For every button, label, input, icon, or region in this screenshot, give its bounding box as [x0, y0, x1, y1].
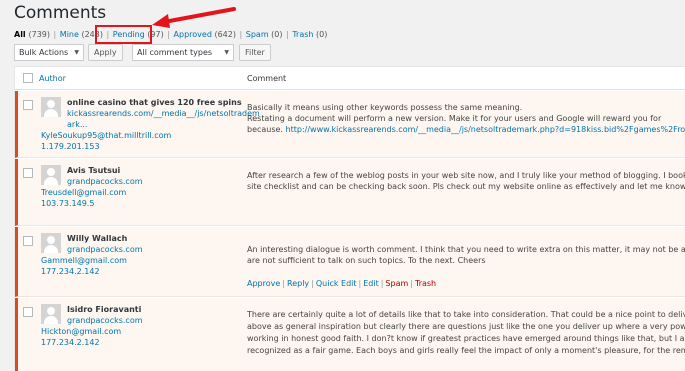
filter-approved[interactable]: Approved (642): [174, 30, 236, 39]
comment-row: Willy Wallach grandpacocks.com Gammell@g…: [15, 227, 685, 297]
author-url[interactable]: grandpacocks.com: [67, 316, 143, 325]
comment-text-line: because. http://www.kickassrearends.com/…: [247, 124, 685, 135]
annotation-arrow-icon: [152, 7, 236, 28]
comments-table: Author Comment online casino that gives …: [14, 66, 685, 371]
row-checkbox[interactable]: [23, 168, 33, 178]
author-ip[interactable]: 103.73.149.5: [41, 199, 94, 208]
comment-text-line: recognized as a fair game. Each boys and…: [247, 346, 685, 355]
comment-row: online casino that gives 120 free spins …: [15, 91, 685, 158]
author-ip[interactable]: 177.234.2.142: [41, 267, 100, 276]
author-email[interactable]: Hickton@gmail.com: [41, 327, 121, 336]
filter-all[interactable]: All (739): [14, 30, 50, 39]
trash-action[interactable]: Trash: [415, 279, 436, 288]
comment-text-line: site checklist and can be checking back …: [247, 182, 685, 191]
column-comment-header: Comment: [247, 74, 287, 83]
page-title: Comments: [14, 3, 107, 23]
author-email[interactable]: KyleSoukup95@that.milltrill.com: [41, 131, 171, 140]
bulk-actions-select[interactable]: Bulk Actions ▼: [14, 44, 84, 61]
avatar: [41, 233, 61, 253]
comment-text-line: An interesting dialogue is worth comment…: [247, 245, 685, 254]
chevron-down-icon: ▼: [224, 49, 229, 56]
author-name: Isidro Fioravanti: [67, 305, 142, 314]
comment-link[interactable]: http://www.kickassrearends.com/__media__…: [286, 125, 685, 134]
filter-spam[interactable]: Spam (0): [246, 30, 283, 39]
author-ip[interactable]: 1.179.201.153: [41, 142, 100, 151]
comment-type-select[interactable]: All comment types ▼: [132, 44, 234, 61]
column-author-header[interactable]: Author: [39, 74, 66, 83]
comment-text-line: Basically it means using other keywords …: [247, 103, 523, 112]
author-name: online casino that gives 120 free spins: [67, 98, 242, 107]
author-url[interactable]: kickassrearends.com/__media__/js/netsolt…: [67, 109, 260, 118]
comment-text-line: Restating a document will perform a new …: [247, 114, 662, 123]
comment-row: Isidro Fioravanti grandpacocks.com Hickt…: [15, 298, 685, 371]
apply-button[interactable]: Apply: [88, 44, 123, 61]
row-checkbox[interactable]: [23, 307, 33, 317]
comment-text-line: above as general inspiration but clearly…: [247, 322, 685, 331]
spam-action[interactable]: Spam: [385, 279, 408, 288]
quick-edit-action[interactable]: Quick Edit: [316, 279, 357, 288]
author-email[interactable]: Gammell@gmail.com: [41, 256, 127, 265]
avatar: [41, 304, 61, 324]
chevron-down-icon: ▼: [74, 49, 79, 56]
row-actions: Approve | Reply | Quick Edit | Edit | Spam | Trash: [247, 279, 437, 288]
avatar: [41, 97, 61, 117]
filter-button[interactable]: Filter: [239, 44, 271, 61]
select-all-checkbox[interactable]: [23, 73, 33, 83]
author-name: Avis Tsutsui: [67, 166, 121, 175]
comment-text-line: After research a few of the weblog posts…: [247, 171, 685, 180]
approve-action[interactable]: Approve: [247, 279, 280, 288]
author-name: Willy Wallach: [67, 234, 128, 243]
row-checkbox[interactable]: [23, 236, 33, 246]
edit-action[interactable]: Edit: [363, 279, 379, 288]
reply-action[interactable]: Reply: [287, 279, 309, 288]
comment-row: Avis Tsutsui grandpacocks.com Treusdell@…: [15, 159, 685, 226]
table-header: Author Comment: [15, 67, 685, 90]
comment-text-line: are not sufficient to talk on such topic…: [247, 256, 486, 265]
author-url[interactable]: grandpacocks.com: [67, 245, 143, 254]
comment-text-line: There are certainly quite a lot of detai…: [247, 310, 685, 319]
comment-text-line: working in honest good faith. I don?t kn…: [247, 334, 685, 343]
row-checkbox[interactable]: [23, 100, 33, 110]
pending-highlight-box: [95, 25, 152, 44]
filter-trash[interactable]: Trash (0): [292, 30, 327, 39]
avatar: [41, 165, 61, 185]
author-url[interactable]: grandpacocks.com: [67, 177, 143, 186]
author-email[interactable]: Treusdell@gmail.com: [41, 188, 126, 197]
comment-status-filters: All (739) | Mine (243) | Pending (97) | …: [14, 30, 328, 39]
author-url-continued[interactable]: ark...: [67, 120, 87, 129]
author-ip[interactable]: 177.234.2.142: [41, 338, 100, 347]
